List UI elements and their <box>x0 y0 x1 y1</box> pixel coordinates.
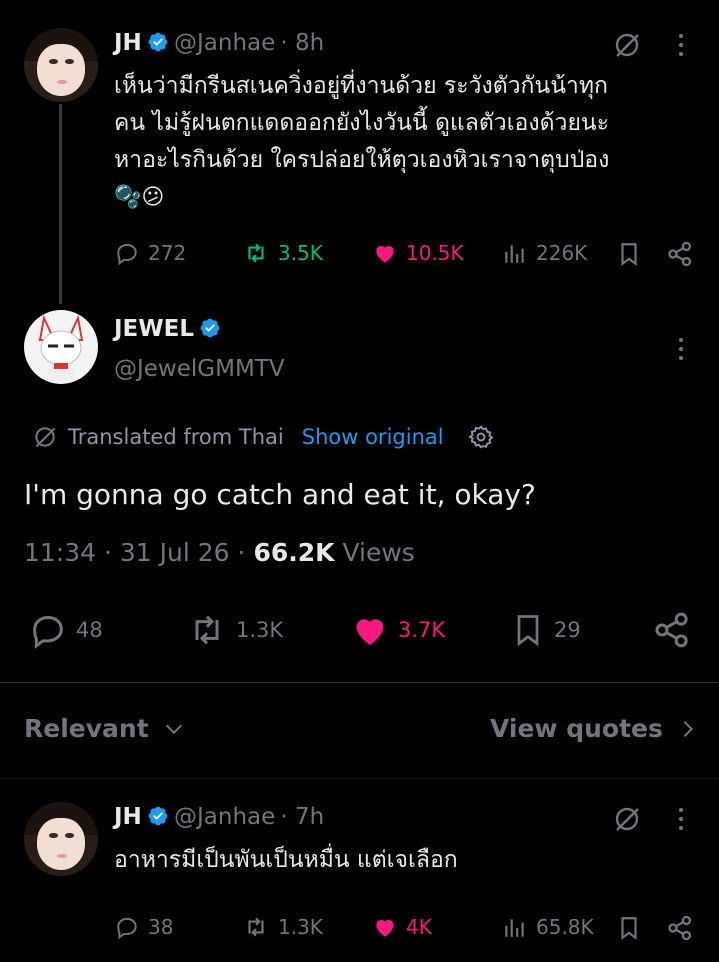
author-name[interactable]: JEWEL <box>114 316 194 342</box>
like-button[interactable]: 10.5K <box>372 240 464 266</box>
share-icon[interactable] <box>652 610 692 650</box>
heart-icon <box>376 919 394 937</box>
tweet-emoji: 🫧😕 <box>114 185 165 210</box>
tweet-text-line: เห็นว่ามีกรีนสเนควิ่งอยู่ที่งานด้วย ระวั… <box>114 73 608 99</box>
reply-button[interactable]: 272 <box>114 240 186 266</box>
grok-icon[interactable] <box>612 30 642 60</box>
tweet-time[interactable]: 11:34 <box>24 538 96 567</box>
like-count: 10.5K <box>406 241 464 265</box>
share-icon[interactable] <box>666 240 694 268</box>
translation-bar: Translated from Thai Show original <box>32 424 494 450</box>
show-original-link[interactable]: Show original <box>302 425 444 449</box>
tweet-date[interactable]: 31 Jul 26 <box>120 538 230 567</box>
verified-badge-icon <box>200 318 220 338</box>
retweet-count: 1.3K <box>278 915 323 939</box>
reply-icon <box>33 615 63 649</box>
mascot-avatar-icon <box>38 314 84 382</box>
reply-button[interactable]: 38 <box>114 914 173 940</box>
retweet-count: 1.3K <box>236 618 284 642</box>
verified-badge-icon <box>148 806 168 826</box>
tweet-text-line: คน ไม่รู้ฝนตกแดดออกยังไงวันนี้ ดูแลตัวเอ… <box>114 110 610 136</box>
retweet-icon <box>248 243 264 263</box>
reply-count: 48 <box>76 618 103 642</box>
more-options-icon[interactable] <box>678 34 684 61</box>
sort-label: Relevant <box>24 714 149 743</box>
main-tweet-text: I'm gonna go catch and eat it, okay? <box>24 478 536 511</box>
reply-header: JH @Janhae · 7h <box>114 804 324 830</box>
views-count: 65.8K <box>536 915 594 939</box>
author-handle[interactable]: @Janhae <box>174 30 275 56</box>
reply-icon <box>117 243 137 266</box>
views-button[interactable]: 226K <box>502 240 587 266</box>
verified-badge-icon <box>148 32 168 52</box>
translated-label: Translated from Thai <box>68 425 284 449</box>
reply-button[interactable]: 48 <box>28 610 103 650</box>
chevron-down-icon <box>165 724 182 734</box>
bookmark-icon <box>517 615 539 647</box>
avatar[interactable] <box>24 28 98 102</box>
main-tweet-header: JEWEL <box>114 316 221 342</box>
bookmark-icon[interactable] <box>616 240 642 268</box>
like-count: 4K <box>406 915 432 939</box>
heart-icon <box>376 245 394 263</box>
reply-count: 272 <box>148 241 187 265</box>
like-count: 3.7K <box>398 618 446 642</box>
divider <box>0 682 719 683</box>
like-button[interactable]: 4K <box>372 914 432 940</box>
views-label: Views <box>342 538 415 567</box>
grok-icon[interactable] <box>612 804 642 834</box>
retweet-button[interactable]: 3.5K <box>242 240 323 266</box>
retweet-button[interactable]: 1.3K <box>242 914 323 940</box>
thread-line <box>59 104 62 304</box>
like-button[interactable]: 3.7K <box>350 610 445 650</box>
tweet-text-line: หาอะไรกินด้วย ใครปล่อยให้ตุวเองหิวเราจาต… <box>114 147 610 173</box>
views-count: 66.2K <box>253 538 335 567</box>
retweet-icon <box>248 917 264 937</box>
retweet-button[interactable]: 1.3K <box>186 610 283 650</box>
tweet-time[interactable]: · 7h <box>280 804 324 830</box>
heart-icon <box>356 619 384 645</box>
reply-count: 38 <box>148 915 174 939</box>
avatar[interactable] <box>24 802 98 876</box>
avatar[interactable] <box>24 310 98 384</box>
retweet-count: 3.5K <box>278 241 323 265</box>
tweet-meta: 11:34 · 31 Jul 26 · 66.2K Views <box>24 538 415 567</box>
chevron-right-icon <box>683 720 693 737</box>
analytics-icon <box>505 245 524 263</box>
view-quotes-link[interactable]: View quotes <box>490 714 699 743</box>
author-handle[interactable]: @Janhae <box>174 804 275 830</box>
sort-dropdown[interactable]: Relevant <box>24 714 185 743</box>
views-button[interactable]: 65.8K <box>502 914 594 940</box>
more-options-icon[interactable] <box>678 808 684 835</box>
bookmark-button[interactable]: 29 <box>510 610 581 650</box>
analytics-icon <box>505 919 524 937</box>
bookmark-icon[interactable] <box>616 914 642 942</box>
tweet-time[interactable]: · 8h <box>280 30 324 56</box>
grok-icon <box>35 427 56 448</box>
bookmark-count: 29 <box>554 618 581 642</box>
settings-gear-icon[interactable] <box>467 424 494 450</box>
reply-icon <box>117 917 137 940</box>
author-name[interactable]: JH <box>114 30 142 56</box>
author-name[interactable]: JH <box>114 804 142 830</box>
reply-text: อาหารมีเป็นพันเป็นหมื่น แต่เจเลือก <box>114 847 458 873</box>
views-count: 226K <box>536 241 588 265</box>
share-icon[interactable] <box>666 914 694 942</box>
more-options-icon[interactable] <box>678 338 684 365</box>
divider <box>0 778 719 779</box>
view-quotes-label: View quotes <box>490 714 663 743</box>
tweet1-header: JH @Janhae · 8h <box>114 30 324 56</box>
retweet-icon <box>195 615 219 645</box>
tweet1-text: เห็นว่ามีกรีนสเนควิ่งอยู่ที่งานด้วย ระวั… <box>114 68 704 216</box>
author-handle[interactable]: @JewelGMMTV <box>114 356 285 382</box>
